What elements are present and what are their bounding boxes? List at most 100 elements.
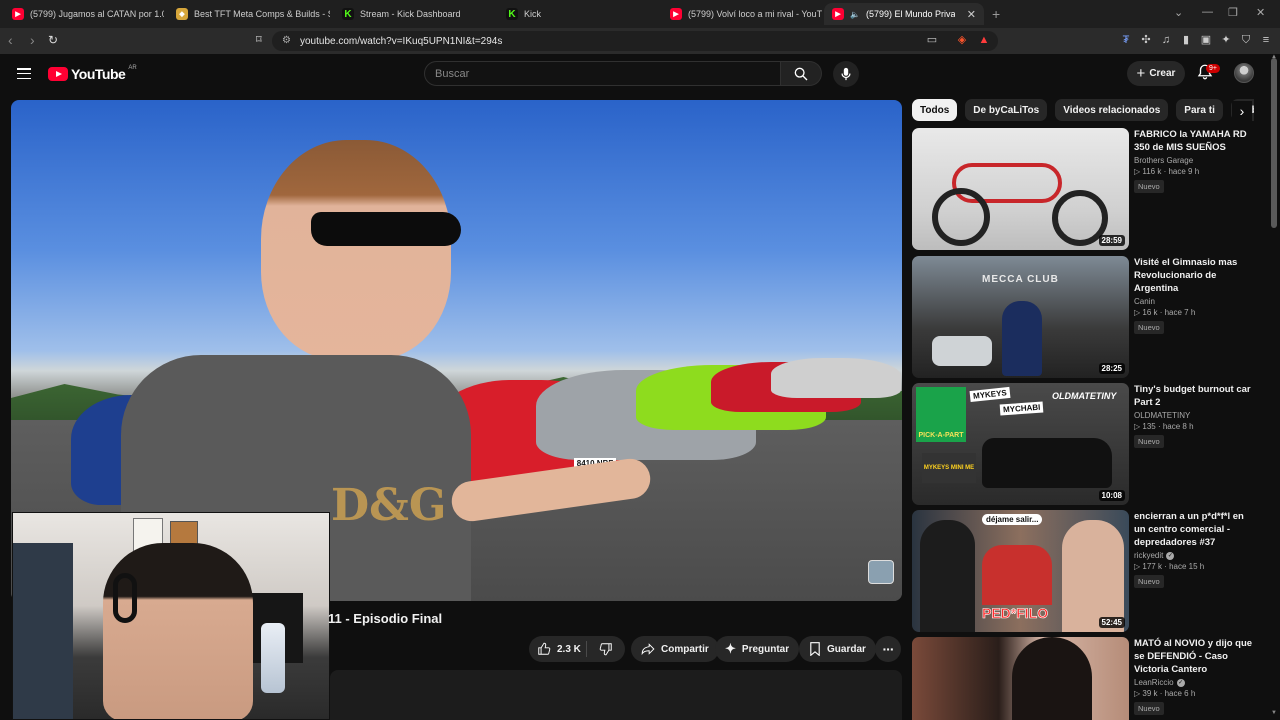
upload-age: hace 8 h [1162,422,1194,431]
browser-tab[interactable]: ▶ (5799) Volví loco a mi rival - YouTube [662,3,822,25]
hamburger-menu-icon[interactable] [17,68,31,80]
recommendation-item[interactable]: 28:59 FABRICO la YAMAHA RD 350 de MIS SU… [912,128,1257,250]
video-thumbnail[interactable]: MECCA CLUB 28:25 [912,256,1129,378]
browser-tab[interactable]: K Kick [498,3,660,25]
dislike-button[interactable] [587,642,624,656]
forward-button[interactable]: › [30,32,35,48]
save-group: Guardar [799,636,876,662]
browser-tab[interactable]: K Stream - Kick Dashboard [334,3,496,25]
new-badge: Nuevo [1134,575,1164,588]
back-button[interactable]: ‹ [8,32,13,48]
channel-name[interactable]: Brothers Garage [1134,156,1258,165]
recommendation-item[interactable]: déjame salir... PED*FILO 52:45 encierran… [912,510,1257,632]
tab-label: Stream - Kick Dashboard [360,9,461,19]
logo-text: YouTube [71,66,126,82]
site-info-icon[interactable]: ⚙ [282,35,291,46]
search-button[interactable] [781,61,822,86]
save-button[interactable]: Guardar [799,636,876,662]
video-thumbnail[interactable]: déjame salir... PED*FILO 52:45 [912,510,1129,632]
upload-age: hace 7 h [1164,308,1196,317]
share-button[interactable]: Compartir [631,636,719,662]
video-duration: 28:59 [1098,235,1125,246]
translate-extension-icon[interactable]: ₮ [1120,34,1132,46]
shelf [13,543,73,719]
menu-icon[interactable]: ≡ [1260,34,1272,46]
like-count: 2.3 K [557,643,581,655]
chip-todos[interactable]: Todos [912,99,958,121]
page-scrollbar[interactable] [1271,58,1277,228]
video-info: MATÓ al NOVIO y dijo que se DEFENDIÓ - C… [1134,637,1258,716]
channel-name[interactable]: OLDMATETINY [1134,411,1258,420]
scroll-down-arrow[interactable]: ▼ [1271,710,1277,716]
bookmark-icon[interactable]: ⌑ [256,33,262,46]
tab-label: (5799) El Mundo Privado de lo [865,9,955,19]
video-info: encierran a un p*d*f*l en un centro come… [1134,510,1258,589]
create-button[interactable]: + Crear [1127,61,1185,86]
new-tab-button[interactable]: + [992,6,1000,22]
video-duration: 28:25 [1098,363,1125,374]
headphones [113,573,137,623]
browser-tab[interactable]: ▶ (5799) Jugamos al CATAN por 1.000€ [4,3,164,25]
cast-icon[interactable]: ▭ [926,34,938,46]
search-input[interactable] [424,61,781,86]
close-window-button[interactable]: ✕ [1256,6,1265,19]
channel-name[interactable]: Canin [1134,297,1258,306]
chips-next-button[interactable]: › [1232,101,1252,121]
minimize-button[interactable]: — [1202,6,1213,18]
recommendation-item[interactable]: MECCA CLUB 28:25 Visité el Gimnasio mas … [912,256,1257,378]
voice-search-button[interactable] [833,61,859,87]
leo-ai-icon[interactable]: ✦ [1220,34,1232,46]
video-title[interactable]: FABRICO la YAMAHA RD 350 de MIS SUEÑOS [1134,128,1258,154]
video-title[interactable]: MATÓ al NOVIO y dijo que se DEFENDIÓ - C… [1134,637,1258,676]
chip-channel[interactable]: De byCaLiTos [965,99,1048,121]
video-thumbnail[interactable]: PICK-A-PART MYKEYS MYCHABI OLDMATETINY M… [912,383,1129,505]
notification-badge: 9+ [1206,64,1220,73]
video-info: FABRICO la YAMAHA RD 350 de MIS SUEÑOS B… [1134,128,1258,194]
ask-button[interactable]: ✦ Preguntar [715,636,800,662]
maximize-button[interactable]: ❐ [1228,6,1238,19]
tab-label: Best TFT Meta Comps & Builds - Set [194,9,330,19]
channel-label: Canin [1134,297,1155,306]
video-thumbnail[interactable]: 28:59 [912,128,1129,250]
video-thumbnail[interactable] [912,637,1129,720]
description-box[interactable] [330,670,902,720]
channel-watermark[interactable] [868,560,894,584]
chip-for-you[interactable]: Para ti [1176,99,1223,121]
youtube-logo[interactable]: YouTube AR [48,65,137,82]
tab-search-icon[interactable]: ⌄ [1174,6,1183,19]
thumb-bubble: déjame salir... [982,514,1043,525]
wallet-icon[interactable]: ▣ [1200,34,1212,46]
extensions-icon[interactable]: ✣ [1140,34,1152,46]
thumb-label: MYKEYS MINI ME [922,453,976,483]
more-actions-button[interactable]: ··· [875,636,901,662]
brave-shield-icon[interactable]: ◈ [956,34,968,46]
video-title[interactable]: Tiny's budget burnout car Part 2 [1134,383,1258,409]
brave-rewards-icon[interactable]: ▲ [978,34,990,46]
recommendation-item[interactable]: MATÓ al NOVIO y dijo que se DEFENDIÓ - C… [912,637,1257,720]
url-field[interactable]: ⚙ youtube.com/watch?v=IKuq5UPN1NI&t=294s [272,31,998,51]
recommendation-item[interactable]: PICK-A-PART MYKEYS MYCHABI OLDMATETINY M… [912,383,1257,505]
thumb-sign: MECCA CLUB [982,274,1059,285]
close-tab-icon[interactable]: ✕ [967,8,976,21]
video-title[interactable]: Visité el Gimnasio mas Revolucionario de… [1134,256,1258,295]
thumbs-up-icon [538,642,551,655]
like-button[interactable]: 2.3 K [529,641,587,657]
streamer [103,543,253,719]
channel-name[interactable]: LeanRiccio ✓ [1134,678,1258,687]
browser-tab[interactable]: ◆ Best TFT Meta Comps & Builds - Set [168,3,330,25]
thumb-wheel [932,188,990,246]
music-icon[interactable]: ♫ [1160,34,1172,46]
kick-icon: K [342,8,354,20]
thumb-label: MYKEYS [969,386,1011,403]
video-duration: 52:45 [1098,617,1125,628]
vpn-icon[interactable]: ⛉ [1240,34,1252,46]
reload-button[interactable]: ↻ [48,33,58,47]
video-title[interactable]: encierran a un p*d*f*l en un centro come… [1134,510,1258,549]
sparkle-icon: ✦ [725,641,736,656]
ask-label: Preguntar [741,643,790,655]
channel-name[interactable]: rickyedit ✓ [1134,551,1258,560]
chip-related[interactable]: Videos relacionados [1055,99,1169,121]
browser-tab-active[interactable]: ▶ 🔈 (5799) El Mundo Privado de lo ✕ [824,3,984,25]
sidebar-icon[interactable]: ▮ [1180,34,1192,46]
account-avatar[interactable] [1234,63,1254,83]
